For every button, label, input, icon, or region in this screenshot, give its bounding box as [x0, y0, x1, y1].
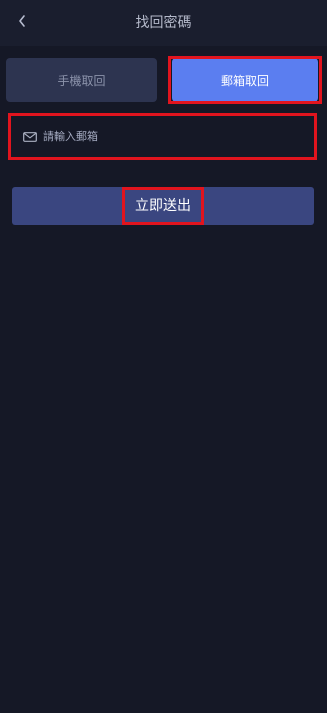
- top-bar: 找回密碼: [0, 0, 327, 46]
- page-title: 找回密碼: [135, 15, 192, 31]
- email-input[interactable]: [43, 130, 283, 143]
- tab-phone-recovery[interactable]: 手機取回: [6, 58, 157, 102]
- submit-button[interactable]: 立即送出: [12, 187, 314, 225]
- tab-email-recovery[interactable]: 郵箱取回: [172, 58, 318, 102]
- submit-button-label: 立即送出: [122, 187, 204, 225]
- recovery-method-tabs: 手機取回 郵箱取回: [0, 56, 327, 104]
- email-field[interactable]: [8, 113, 317, 160]
- mail-icon: [23, 131, 37, 142]
